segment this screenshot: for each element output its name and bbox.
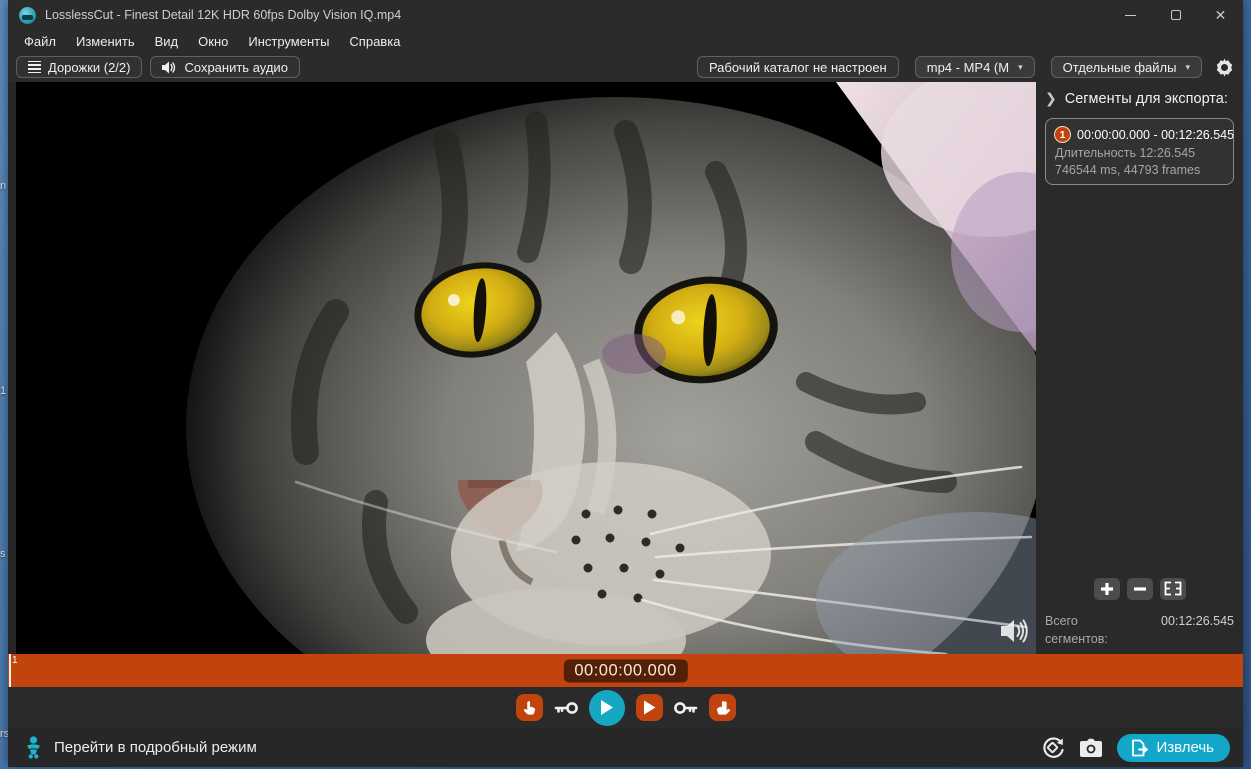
- close-button[interactable]: ✕: [1198, 0, 1243, 30]
- speaker-icon: [162, 61, 176, 73]
- add-segment-button[interactable]: [1093, 577, 1120, 600]
- desktop-label-fragment: rs: [0, 728, 8, 740]
- total-segments-label: Всего сегментов:: [1045, 613, 1108, 646]
- transport-controls: [8, 687, 1243, 728]
- minimize-button[interactable]: [1108, 0, 1153, 30]
- hand-point-up-icon: [716, 700, 730, 715]
- segments-header: Сегменты для экспорта:: [1064, 90, 1228, 107]
- segment-details: 746544 ms, 44793 frames: [1055, 163, 1201, 177]
- title-bar: LosslessCut - Finest Detail 12K HDR 60fp…: [8, 0, 1243, 30]
- play-pause-button[interactable]: [588, 689, 625, 726]
- export-mode-value: Отдельные файлы: [1062, 59, 1177, 75]
- baby-icon: [27, 736, 40, 759]
- minimize-icon: [1125, 14, 1136, 16]
- menu-bar: Файл Изменить Вид Окно Инструменты Справ…: [8, 30, 1243, 52]
- key-left-icon: [554, 701, 578, 714]
- segments-sidebar: ❯ Сегменты для экспорта: 1 00:00:00.000 …: [1036, 82, 1243, 654]
- jump-cut-start-button[interactable]: [515, 694, 543, 721]
- minus-icon: [1133, 587, 1146, 591]
- tracks-button[interactable]: Дорожки (2/2): [16, 56, 143, 78]
- maximize-button[interactable]: [1153, 0, 1198, 30]
- split-cells-icon: [1164, 581, 1181, 596]
- output-format-value: mp4 - MP4 (M: [926, 59, 1010, 75]
- settings-button[interactable]: [1214, 57, 1235, 78]
- hand-point-up-icon: [523, 700, 535, 715]
- video-preview[interactable]: [16, 82, 1036, 654]
- export-button[interactable]: Извлечь: [1117, 733, 1230, 762]
- chevron-down-icon: ▾: [1018, 61, 1023, 72]
- tracks-label: Дорожки (2/2): [48, 59, 131, 75]
- output-format-select[interactable]: mp4 - MP4 (M ▾: [914, 56, 1035, 78]
- footer-bar: Перейти в подробный режим Извлечь: [8, 728, 1243, 767]
- desktop-label-fragment: 1: [0, 385, 7, 397]
- total-segments-value: 00:12:26.545: [1161, 613, 1234, 628]
- menu-tools[interactable]: Инструменты: [248, 34, 329, 49]
- segment-duration: Длительность 12:26.545: [1055, 146, 1196, 160]
- plus-icon: [1100, 582, 1113, 595]
- tracks-list-icon: [28, 60, 41, 74]
- main-content: ❯ Сегменты для экспорта: 1 00:00:00.000 …: [8, 82, 1243, 654]
- rotate-ccw-icon: [1043, 736, 1065, 758]
- file-export-icon: [1132, 739, 1149, 756]
- gear-icon: [1216, 57, 1233, 77]
- play-icon: [643, 700, 655, 715]
- app-window: LosslessCut - Finest Detail 12K HDR 60fp…: [8, 0, 1243, 767]
- menu-view[interactable]: Вид: [155, 34, 179, 49]
- seek-next-keyframe-button[interactable]: [673, 701, 698, 715]
- play-segment-button[interactable]: [635, 694, 663, 721]
- menu-window[interactable]: Окно: [198, 34, 228, 49]
- maximize-icon: [1170, 10, 1181, 20]
- rotation-button[interactable]: [1041, 736, 1065, 760]
- toolbar: Дорожки (2/2) Сохранить аудио Рабочий ка…: [8, 52, 1243, 82]
- segment-time-range: 00:00:00.000 - 00:12:26.545: [1077, 127, 1235, 142]
- playhead[interactable]: [9, 654, 11, 687]
- mute-toggle[interactable]: [1000, 618, 1030, 644]
- export-mode-select[interactable]: Отдельные файлы ▾: [1050, 56, 1202, 78]
- jump-cut-end-button[interactable]: [708, 694, 736, 721]
- volume-icon: [1001, 619, 1028, 643]
- advanced-mode-toggle[interactable]: Перейти в подробный режим: [24, 736, 257, 759]
- window-title: LosslessCut - Finest Detail 12K HDR 60fp…: [45, 8, 402, 22]
- app-logo-icon: [19, 6, 36, 24]
- collapse-sidebar-chevron[interactable]: ❯: [1045, 90, 1057, 107]
- seek-previous-keyframe-button[interactable]: [554, 701, 578, 715]
- working-dir-label: Рабочий каталог не настроен: [708, 59, 887, 75]
- screenshot-button[interactable]: [1079, 738, 1103, 758]
- split-segment-button[interactable]: [1159, 577, 1186, 600]
- menu-file[interactable]: Файл: [24, 34, 56, 49]
- current-time-display[interactable]: 00:00:00.000: [563, 659, 688, 682]
- segment-card[interactable]: 1 00:00:00.000 - 00:12:26.545 Длительнос…: [1045, 118, 1234, 185]
- play-icon: [601, 700, 613, 715]
- segment-number-badge: 1: [1054, 126, 1071, 143]
- video-frame-cat: [16, 82, 1036, 654]
- export-label: Извлечь: [1156, 739, 1214, 756]
- keep-audio-label: Сохранить аудио: [184, 59, 288, 75]
- desktop-label-fragment: s: [0, 548, 6, 560]
- keep-audio-button[interactable]: Сохранить аудио: [150, 56, 300, 78]
- working-dir-button[interactable]: Рабочий каталог не настроен: [696, 56, 899, 78]
- timeline-segment-label: 1: [12, 655, 18, 666]
- desktop-label-fragment: n: [0, 180, 7, 192]
- chevron-down-icon: ▾: [1185, 61, 1190, 72]
- key-right-icon: [673, 701, 697, 714]
- menu-edit[interactable]: Изменить: [76, 34, 135, 49]
- timeline[interactable]: 1 00:00:00.000: [8, 654, 1243, 687]
- camera-icon: [1080, 738, 1103, 757]
- menu-help[interactable]: Справка: [349, 34, 400, 49]
- advanced-mode-label: Перейти в подробный режим: [54, 739, 257, 756]
- close-icon: ✕: [1214, 7, 1227, 23]
- remove-segment-button[interactable]: [1126, 577, 1153, 600]
